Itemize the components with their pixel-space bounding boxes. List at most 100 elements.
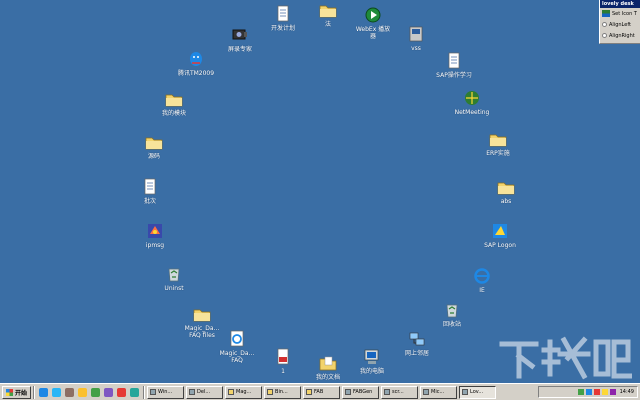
desktop-icon-label: ipmsg [145, 242, 165, 249]
set-icon-icon [602, 10, 610, 17]
radio-icon [602, 33, 607, 38]
app-icon [345, 389, 352, 395]
quick-launch-outlook-icon[interactable] [78, 387, 88, 397]
taskbar-button-label: Mic... [431, 389, 445, 395]
desktop-icon-label: 源码 [147, 153, 160, 160]
taskbar-separator [33, 385, 36, 399]
folder-icon [319, 1, 337, 19]
folder-icon [497, 178, 515, 196]
desktop-icon-label: SAP操作学习 [436, 72, 472, 79]
sap-icon [491, 222, 509, 240]
desktop-icon-label: abs [500, 198, 512, 205]
folder-icon [145, 133, 163, 151]
align-left-radio[interactable]: AlignLeft [600, 19, 640, 30]
quick-launch-desktop-icon[interactable] [65, 387, 75, 397]
app-icon [384, 389, 391, 395]
recycle-icon [165, 265, 183, 283]
tray-ime-icon[interactable] [609, 389, 616, 395]
taskbar-button[interactable]: Del... [186, 385, 224, 399]
tray-qq-icon[interactable] [585, 389, 592, 395]
desktop-icon-label: Uninst [164, 285, 184, 292]
desktop-icon[interactable]: SAP Logon [468, 222, 532, 266]
taskbar-separator [143, 385, 146, 399]
tray-antivirus-icon[interactable] [593, 389, 600, 395]
radio-icon [602, 22, 607, 27]
desktop-icon-label: vss [411, 45, 421, 52]
desktop-icon-label: 我的模块 [161, 110, 186, 117]
quick-launch-app-icon[interactable] [104, 387, 114, 397]
quick-launch-ie-icon[interactable] [39, 387, 49, 397]
network-icon [408, 330, 426, 348]
start-label: 开始 [15, 389, 28, 397]
ie-icon [473, 267, 491, 285]
desktop-icon-label: 法 [324, 21, 331, 28]
taskbar-button[interactable]: Lov... [459, 385, 497, 399]
task-buttons: Win... Del... Mag... Bin... FAB FABGen scr... M… [147, 385, 498, 399]
taskbar-button[interactable]: Bin... [264, 385, 302, 399]
app-icon [189, 389, 196, 395]
taskbar-button[interactable]: scr... [381, 385, 419, 399]
mydocs-icon [319, 354, 337, 372]
desktop-icon[interactable]: 批次 [118, 178, 182, 222]
ipmsg-icon [146, 222, 164, 240]
taskbar: 开始 Win... Del... Mag... Bin... FAB FABGen scr.… [0, 383, 640, 400]
desktop: 开发计划法 WebEx 播放 器屏录专家 vss 腾讯TM2009 SAP操作学习 我的模… [0, 0, 640, 383]
taskbar-button-label: FAB [314, 389, 324, 395]
qq-icon [187, 50, 205, 68]
align-right-radio[interactable]: AlignRight [600, 30, 640, 41]
system-tray: 14:49 [538, 386, 638, 398]
windows-logo-icon [6, 388, 13, 396]
desktop-icon-label: 我的文档 [315, 374, 340, 381]
quick-launch-app-icon[interactable] [130, 387, 140, 397]
taskbar-button[interactable]: Mic... [420, 385, 458, 399]
desktop-icon[interactable]: 腾讯TM2009 [164, 50, 228, 94]
player-icon [364, 6, 382, 24]
document-icon [141, 178, 159, 196]
app-icon [150, 389, 157, 395]
taskbar-button-label: Mag... [236, 389, 252, 395]
set-icon-button[interactable]: Set Icon T [600, 8, 640, 19]
align-right-label: AlignRight [609, 32, 635, 39]
desktop-icon[interactable]: 源码 [122, 133, 186, 177]
netmeeting-icon [463, 89, 481, 107]
set-icon-label: Set Icon T [612, 10, 637, 17]
desktop-icon-label: 批次 [143, 198, 156, 205]
quick-launch-qq-icon[interactable] [52, 387, 62, 397]
quick-launch-app-icon[interactable] [117, 387, 127, 397]
desktop-icon[interactable]: ipmsg [123, 222, 187, 266]
taskbar-button[interactable]: Win... [147, 385, 185, 399]
desktop-icon-label: 1 [281, 368, 285, 375]
desktop-icon[interactable]: ERP实施 [466, 130, 530, 174]
desktop-icon[interactable]: 我的模块 [142, 90, 206, 134]
folder-icon [489, 130, 507, 148]
taskbar-button[interactable]: Mag... [225, 385, 263, 399]
desktop-icon-label: 屏录专家 [227, 46, 252, 53]
taskbar-button[interactable]: FABGen [342, 385, 380, 399]
pdf-icon [274, 348, 292, 366]
app-icon [407, 25, 425, 43]
desktop-icon[interactable]: NetMeeting [440, 89, 504, 133]
recorder-icon [231, 26, 249, 44]
desktop-icon-label: Magic_Da... FAQ [219, 350, 255, 364]
desktop-icon[interactable]: Uninst [142, 265, 206, 309]
desktop-icon-label: SAP Logon [484, 242, 516, 249]
ie-doc-icon [228, 330, 246, 348]
folder-icon [165, 90, 183, 108]
taskbar-button-label: Lov... [470, 389, 484, 395]
taskbar-button[interactable]: FAB [303, 385, 341, 399]
quick-launch-media-icon[interactable] [91, 387, 101, 397]
document-icon [274, 5, 292, 23]
document-icon [445, 52, 463, 70]
desktop-icon[interactable]: abs [474, 178, 538, 222]
taskbar-button-label: FABGen [353, 389, 373, 395]
tray-network-icon[interactable] [577, 389, 584, 395]
desktop-icon-label: ERP实施 [486, 150, 510, 157]
lovely-desktop-panel: lovely desk Set Icon T AlignLeft AlignRi… [599, 0, 640, 44]
tray-volume-icon[interactable] [601, 389, 608, 395]
taskbar-button-label: Win... [158, 389, 173, 395]
desktop-icon-label: 开发计划 [270, 25, 295, 32]
taskbar-button-label: scr... [392, 389, 404, 395]
quick-launch [37, 387, 141, 397]
app-icon [423, 389, 430, 395]
start-button[interactable]: 开始 [2, 385, 32, 399]
